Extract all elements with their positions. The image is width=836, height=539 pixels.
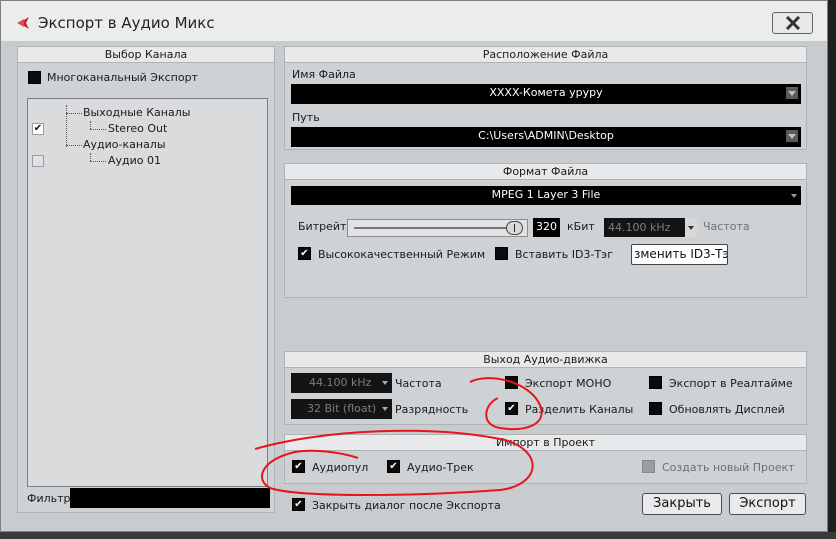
channel-selection-header: Выбор Канала xyxy=(18,47,274,63)
file-format-header: Формат Файла xyxy=(285,164,806,180)
file-name-value: XXXX-Комета уруру xyxy=(489,86,603,99)
chevron-down-arrow xyxy=(688,226,694,230)
slider-track-line xyxy=(354,227,513,229)
split-channels-label: Разделить Каналы xyxy=(525,403,634,416)
realtime-export-checkbox[interactable] xyxy=(649,376,662,389)
chevron-down-icon xyxy=(791,194,797,198)
path-label: Путь xyxy=(292,111,320,124)
sample-rate-label: Частота xyxy=(703,220,750,233)
background-strip xyxy=(828,0,836,539)
file-name-label: Имя Файла xyxy=(292,68,356,81)
new-project-label: Создать новый Проект xyxy=(662,461,795,474)
close-icon xyxy=(785,16,800,30)
audio-01-checkbox[interactable] xyxy=(32,155,44,167)
tree-line xyxy=(66,145,82,146)
multichannel-export-label: Многоканальный Экспорт xyxy=(47,71,198,84)
engine-rate-label: Частота xyxy=(395,377,442,390)
file-name-input[interactable]: XXXX-Комета уруру xyxy=(291,84,801,104)
file-name-dropdown-icon[interactable] xyxy=(786,87,798,99)
import-panel: Импорт в Проект xyxy=(284,434,807,484)
import-header: Импорт в Проект xyxy=(285,435,806,451)
new-project-checkbox[interactable] xyxy=(642,460,655,473)
engine-rate-select[interactable]: 44.100 kHz xyxy=(291,373,392,393)
chevron-down-icon xyxy=(382,407,388,411)
file-location-panel: Расположение Файла Имя Файла XXXX-Комета… xyxy=(284,46,807,150)
sample-rate-value: 44.100 kHz xyxy=(608,221,671,234)
audiopool-label: Аудиопул xyxy=(312,461,369,474)
export-mono-label: Экспорт МОНО xyxy=(525,377,612,390)
file-format-select[interactable]: MPEG 1 Layer 3 File xyxy=(291,186,801,205)
tree-group-audio-channels[interactable]: Аудио-каналы xyxy=(83,138,166,151)
close-button[interactable]: Закрыть xyxy=(642,493,722,515)
cubase-app-icon xyxy=(17,17,29,29)
filter-input[interactable] xyxy=(70,488,270,508)
insert-id3-label: Вставить ID3-Тэг xyxy=(515,248,613,261)
tree-item-audio-01[interactable]: Аудио 01 xyxy=(108,154,161,167)
title-bar: Экспорт в Аудио Микс xyxy=(1,1,827,41)
close-dialog-after-export-checkbox[interactable]: ✔ xyxy=(292,498,305,511)
tree-line xyxy=(66,113,82,114)
insert-id3-checkbox[interactable] xyxy=(495,247,508,260)
bit-depth-label: Разрядность xyxy=(395,403,469,416)
bitrate-unit: кБит xyxy=(567,220,595,233)
update-display-label: Обновлять Дисплей xyxy=(669,403,785,416)
filter-label: Фильтр xyxy=(27,492,71,505)
hq-mode-label: Высококачественный Режим xyxy=(318,248,486,261)
bit-depth-value: 32 Bit (float) xyxy=(307,402,377,415)
tree-line xyxy=(90,121,91,129)
stereo-out-checkbox[interactable]: ✔ xyxy=(32,123,44,135)
engine-rate-value: 44.100 kHz xyxy=(309,376,372,389)
export-mono-checkbox[interactable] xyxy=(505,376,518,389)
file-format-value: MPEG 1 Layer 3 File xyxy=(491,188,601,201)
chevron-down-icon xyxy=(382,381,388,385)
export-button[interactable]: Экспорт xyxy=(729,493,806,515)
bitrate-label: Битрейт xyxy=(298,220,347,233)
tree-item-stereo-out[interactable]: Stereo Out xyxy=(108,122,167,135)
tree-group-output-channels[interactable]: Выходные Каналы xyxy=(83,106,190,119)
bit-depth-select[interactable]: 32 Bit (float) xyxy=(291,399,392,419)
path-dropdown-icon[interactable] xyxy=(786,130,798,142)
tree-line xyxy=(90,153,91,161)
channel-selection-panel: Выбор Канала Многоканальный Экспорт Выхо… xyxy=(17,46,275,513)
tree-line xyxy=(90,161,106,162)
multichannel-export-checkbox[interactable] xyxy=(28,71,41,84)
path-input[interactable]: C:\Users\ADMIN\Desktop xyxy=(291,127,801,147)
slider-thumb[interactable] xyxy=(506,221,523,235)
bitrate-slider[interactable] xyxy=(347,219,528,237)
split-channels-checkbox[interactable]: ✔ xyxy=(505,402,518,415)
tree-line xyxy=(90,129,106,130)
close-dialog-after-export-label: Закрыть диалог после Экспорта xyxy=(312,499,501,512)
sample-rate-select[interactable]: 44.100 kHz xyxy=(604,218,697,237)
export-audio-mixdown-window: Экспорт в Аудио Микс Выбор Канала Многок… xyxy=(0,0,828,532)
bitrate-value[interactable]: 320 xyxy=(533,218,560,237)
channel-tree: Выходные Каналы ✔ Stereo Out Аудио-канал… xyxy=(27,98,268,487)
edit-id3-button[interactable]: зменить ID3-Тэ xyxy=(631,244,728,265)
path-value: C:\Users\ADMIN\Desktop xyxy=(478,129,614,142)
update-display-checkbox[interactable] xyxy=(649,402,662,415)
background-strip xyxy=(0,532,836,539)
hq-mode-checkbox[interactable]: ✔ xyxy=(298,247,311,260)
audiotrack-checkbox[interactable]: ✔ xyxy=(387,460,400,473)
window-close-button[interactable] xyxy=(772,12,813,34)
tree-line xyxy=(66,105,67,147)
audio-engine-header: Выход Аудио-движка xyxy=(285,352,806,368)
audiopool-checkbox[interactable]: ✔ xyxy=(292,460,305,473)
audiotrack-label: Аудио-Трек xyxy=(407,461,474,474)
file-location-header: Расположение Файла xyxy=(285,47,806,63)
realtime-export-label: Экспорт в Реалтайме xyxy=(669,377,793,390)
window-title: Экспорт в Аудио Микс xyxy=(38,14,215,32)
